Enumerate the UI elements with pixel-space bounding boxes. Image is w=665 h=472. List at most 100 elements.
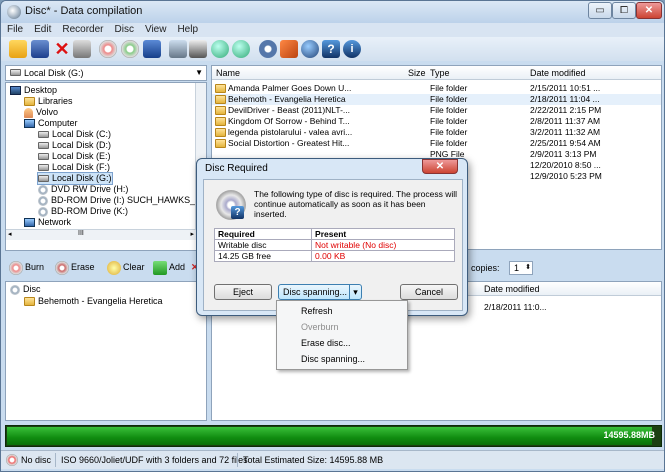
list-item[interactable]: Social Distortion - Greatest Hit... File … bbox=[212, 138, 661, 149]
minimize-button[interactable]: ▭ bbox=[588, 2, 612, 19]
close-button[interactable]: ✕ bbox=[636, 2, 662, 19]
erase-label: Erase bbox=[71, 262, 95, 272]
refresh-icon[interactable] bbox=[211, 40, 229, 58]
tree-item[interactable]: Behemoth - Evangelia Heretica bbox=[24, 296, 163, 307]
add-button[interactable]: Add bbox=[153, 260, 185, 275]
disc-spanning-button[interactable]: Disc spanning... ▾ bbox=[278, 284, 362, 300]
menu-item-disc-spanning[interactable]: Disc spanning... bbox=[301, 354, 365, 364]
column-size[interactable]: Size bbox=[408, 68, 426, 78]
tree-horizontal-scrollbar[interactable]: ◂ III ▸ bbox=[6, 229, 196, 240]
capacity-label: 14595.88MB bbox=[603, 430, 655, 440]
folder-icon bbox=[215, 128, 226, 137]
dialog-body: ? The following type of disc is required… bbox=[203, 179, 463, 311]
cell-type: File folder bbox=[430, 83, 468, 93]
erase-icon[interactable] bbox=[121, 40, 139, 58]
file-list-header: Name Size Type Date modified bbox=[212, 66, 661, 80]
tree-item[interactable]: Computer bbox=[24, 118, 78, 129]
window-title: Disc* - Data compilation bbox=[25, 5, 143, 17]
tree-item[interactable]: Desktop bbox=[10, 85, 57, 96]
cancel-button[interactable]: Cancel bbox=[400, 284, 458, 300]
user-icon bbox=[24, 107, 33, 118]
menu-edit[interactable]: Edit bbox=[28, 23, 56, 35]
disc-icon[interactable] bbox=[143, 40, 161, 58]
cell-type: File folder bbox=[430, 138, 468, 148]
cell-date: 2/8/2011 11:37 AM bbox=[530, 116, 601, 126]
drive-icon bbox=[38, 175, 49, 183]
tree-item[interactable]: Network bbox=[24, 217, 71, 228]
list-item[interactable]: Behemoth - Evangelia Heretica File folder… bbox=[212, 94, 661, 105]
maximize-button[interactable]: ⧠ bbox=[612, 2, 636, 19]
location-combo[interactable]: Local Disk (G:) ▼ bbox=[5, 65, 207, 81]
status-disc: No disc bbox=[21, 455, 52, 465]
tree-item[interactable]: Volvo bbox=[24, 107, 58, 118]
column-date[interactable]: Date modified bbox=[530, 68, 586, 78]
disc-spanning-label: Disc spanning... bbox=[283, 287, 348, 297]
tree-item[interactable]: Local Disk (G:) bbox=[37, 172, 113, 185]
folder-icon bbox=[215, 84, 226, 93]
list-item[interactable]: DevilDriver - Beast (2011)NLT-... File fo… bbox=[212, 105, 661, 116]
tree-item[interactable]: Local Disk (E:) bbox=[38, 151, 111, 162]
compilation-tree: Disc Behemoth - Evangelia Heretica bbox=[5, 281, 207, 421]
delete-icon[interactable]: ✕ bbox=[53, 40, 71, 58]
tree-item[interactable]: BD-ROM Drive (K:) bbox=[38, 206, 128, 217]
scroll-right-icon[interactable]: ▸ bbox=[190, 230, 194, 238]
pc-icon bbox=[24, 119, 35, 129]
tree-item-label: BD-ROM Drive (K:) bbox=[51, 206, 128, 216]
settings-icon[interactable] bbox=[259, 40, 277, 58]
tools-icon[interactable] bbox=[280, 40, 298, 58]
tree-item-label: Volvo bbox=[36, 107, 59, 117]
tree-item[interactable]: Disc bbox=[10, 284, 41, 295]
list-item[interactable]: Amanda Palmer Goes Down U... File folder 2… bbox=[212, 83, 661, 94]
tree-item[interactable]: Local Disk (F:) bbox=[38, 162, 110, 173]
drive-icon[interactable] bbox=[169, 40, 187, 58]
tree-item-label: Disc bbox=[23, 284, 41, 294]
menu-view[interactable]: View bbox=[139, 23, 172, 35]
scroll-left-icon[interactable]: ◂ bbox=[8, 230, 12, 238]
tree-item[interactable]: Local Disk (C:) bbox=[38, 129, 111, 140]
copies-stepper[interactable]: 1 ⬍ bbox=[509, 261, 533, 275]
chevron-down-icon[interactable]: ▾ bbox=[349, 285, 361, 299]
save-icon[interactable] bbox=[31, 40, 49, 58]
print-icon[interactable] bbox=[73, 40, 91, 58]
cell-date: 12/9/2010 5:23 PM bbox=[530, 171, 602, 181]
menu-file[interactable]: File bbox=[1, 23, 28, 35]
web-icon[interactable] bbox=[301, 40, 319, 58]
menu-item-refresh[interactable]: Refresh bbox=[301, 306, 333, 316]
tree-item[interactable]: Libraries bbox=[24, 96, 73, 107]
status-divider bbox=[237, 453, 238, 467]
eject-button[interactable]: Eject bbox=[214, 284, 272, 300]
menu-item-erase-disc[interactable]: Erase disc... bbox=[301, 338, 351, 348]
chevron-down-icon[interactable]: ▼ bbox=[195, 66, 203, 80]
column-date[interactable]: Date modified bbox=[484, 284, 540, 294]
menu-recorder[interactable]: Recorder bbox=[56, 23, 108, 35]
dialog-close-button[interactable]: ✕ bbox=[422, 159, 458, 174]
tree-item[interactable]: BD-ROM Drive (I:) SUCH_HAWKS_S bbox=[38, 195, 201, 206]
new-icon[interactable] bbox=[9, 40, 27, 58]
burn-button[interactable]: Burn bbox=[9, 260, 44, 275]
no-disc-icon bbox=[6, 454, 18, 466]
disc-icon bbox=[38, 206, 48, 217]
clear-button[interactable]: Clear bbox=[107, 260, 145, 275]
tree-item[interactable]: Local Disk (D:) bbox=[38, 140, 111, 151]
column-name[interactable]: Name bbox=[216, 68, 240, 78]
tree-item[interactable]: DVD RW Drive (H:) bbox=[38, 184, 128, 195]
explorer-icon[interactable] bbox=[189, 40, 207, 58]
erase-button[interactable]: Erase bbox=[55, 260, 95, 275]
help-icon[interactable]: ? bbox=[322, 40, 340, 58]
drive-icon bbox=[38, 131, 49, 139]
menu-disc[interactable]: Disc bbox=[109, 23, 139, 35]
app-disc-icon bbox=[7, 5, 21, 19]
list-item[interactable]: Kingdom Of Sorrow - Behind T... File fold… bbox=[212, 116, 661, 127]
info-icon[interactable]: i bbox=[343, 40, 361, 58]
title-bar[interactable]: Disc* - Data compilation ▭ ⧠ ✕ bbox=[1, 1, 664, 23]
cell-type: File folder bbox=[430, 105, 468, 115]
menu-help[interactable]: Help bbox=[171, 23, 203, 35]
cell-date: 3/2/2011 11:32 AM bbox=[530, 127, 601, 137]
burn-icon[interactable] bbox=[99, 40, 117, 58]
stepper-arrows-icon[interactable]: ⬍ bbox=[525, 262, 531, 274]
scroll-thumb[interactable]: III bbox=[78, 230, 84, 237]
forward-icon[interactable] bbox=[232, 40, 250, 58]
list-item[interactable]: legenda pistolarului - valea avri... File… bbox=[212, 127, 661, 138]
column-type[interactable]: Type bbox=[430, 68, 450, 78]
tree-item-label: DVD RW Drive (H:) bbox=[51, 184, 129, 194]
